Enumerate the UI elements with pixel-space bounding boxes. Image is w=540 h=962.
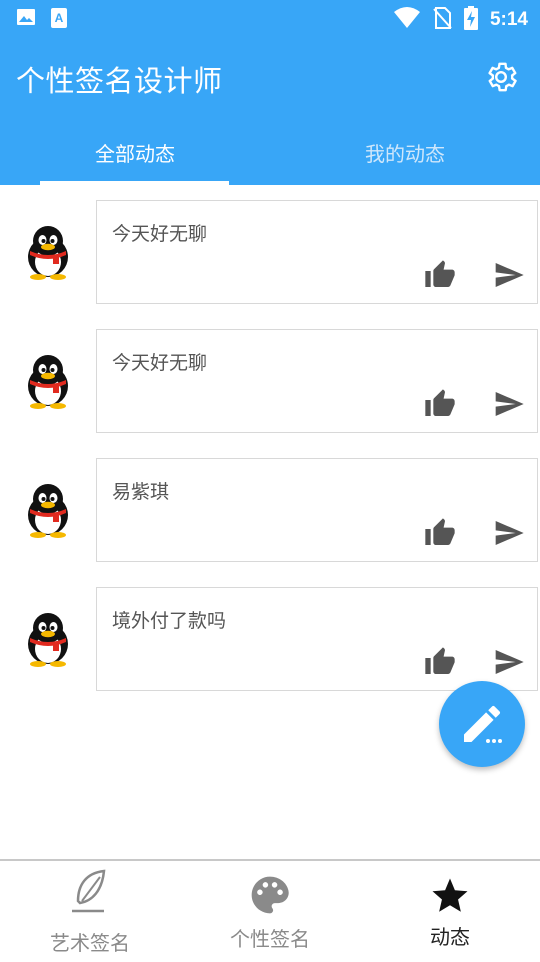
svg-text:A: A — [55, 11, 64, 25]
status-time: 5:14 — [489, 9, 528, 30]
avatar[interactable] — [24, 224, 72, 280]
image-notification-icon — [16, 7, 36, 33]
send-icon — [495, 521, 524, 545]
list-item: 易紫琪 — [0, 458, 540, 564]
send-icon — [495, 263, 524, 287]
gear-icon — [488, 62, 517, 92]
post-card[interactable]: 今天好无聊 — [96, 329, 538, 433]
thumbs-up-icon — [425, 389, 455, 416]
send-button[interactable] — [491, 386, 527, 422]
penguin-avatar-icon — [28, 355, 68, 409]
text-notification-icon: A — [50, 7, 68, 33]
nav-label: 动态 — [430, 925, 470, 949]
nav-personal-signature[interactable]: 个性签名 — [180, 861, 360, 962]
send-button[interactable] — [491, 515, 527, 551]
bottom-navigation: 艺术签名 个性签名 动态 — [0, 859, 540, 962]
tab-all-posts[interactable]: 全部动态 — [0, 120, 270, 185]
feather-icon — [72, 869, 106, 913]
send-button[interactable] — [491, 257, 527, 293]
status-bar: A 5:14 — [0, 0, 540, 36]
avatar[interactable] — [24, 611, 72, 667]
nav-label: 个性签名 — [230, 927, 310, 951]
post-card[interactable]: 今天好无聊 — [96, 200, 538, 304]
list-item: 今天好无聊 — [0, 329, 540, 435]
settings-button[interactable] — [482, 58, 520, 96]
wifi-icon — [393, 7, 420, 33]
penguin-avatar-icon — [28, 484, 68, 538]
send-icon — [495, 392, 524, 416]
battery-charging-icon — [463, 6, 478, 34]
like-button[interactable] — [422, 644, 458, 680]
penguin-avatar-icon — [28, 613, 68, 667]
list-item: 境外付了款吗 — [0, 587, 540, 693]
palette-icon — [251, 876, 289, 914]
like-button[interactable] — [422, 386, 458, 422]
star-icon — [432, 878, 468, 912]
nav-label: 艺术签名 — [50, 931, 130, 955]
post-text: 易紫琪 — [112, 481, 170, 503]
like-button[interactable] — [422, 515, 458, 551]
post-text: 今天好无聊 — [112, 352, 208, 374]
nav-posts[interactable]: 动态 — [360, 861, 540, 962]
thumbs-up-icon — [425, 647, 455, 674]
like-button[interactable] — [422, 257, 458, 293]
post-card[interactable]: 境外付了款吗 — [96, 587, 538, 691]
send-button[interactable] — [491, 644, 527, 680]
avatar[interactable] — [24, 482, 72, 538]
nav-art-signature[interactable]: 艺术签名 — [0, 861, 180, 962]
thumbs-up-icon — [425, 260, 455, 287]
tab-my-posts[interactable]: 我的动态 — [270, 120, 540, 185]
tab-bar: 全部动态 我的动态 — [0, 120, 540, 185]
thumbs-up-icon — [425, 518, 455, 545]
tab-indicator — [40, 181, 229, 185]
penguin-avatar-icon — [28, 226, 68, 280]
avatar[interactable] — [24, 353, 72, 409]
compose-fab-button[interactable] — [439, 681, 525, 767]
post-text: 境外付了款吗 — [112, 610, 227, 632]
edit-pencil-icon — [464, 705, 502, 743]
no-sim-icon — [432, 6, 452, 34]
send-icon — [495, 650, 524, 674]
post-text: 今天好无聊 — [112, 223, 208, 245]
app-title: 个性签名设计师 — [16, 64, 223, 98]
post-card[interactable]: 易紫琪 — [96, 458, 538, 562]
app-bar: 个性签名设计师 — [0, 36, 540, 120]
list-item: 今天好无聊 — [0, 200, 540, 306]
